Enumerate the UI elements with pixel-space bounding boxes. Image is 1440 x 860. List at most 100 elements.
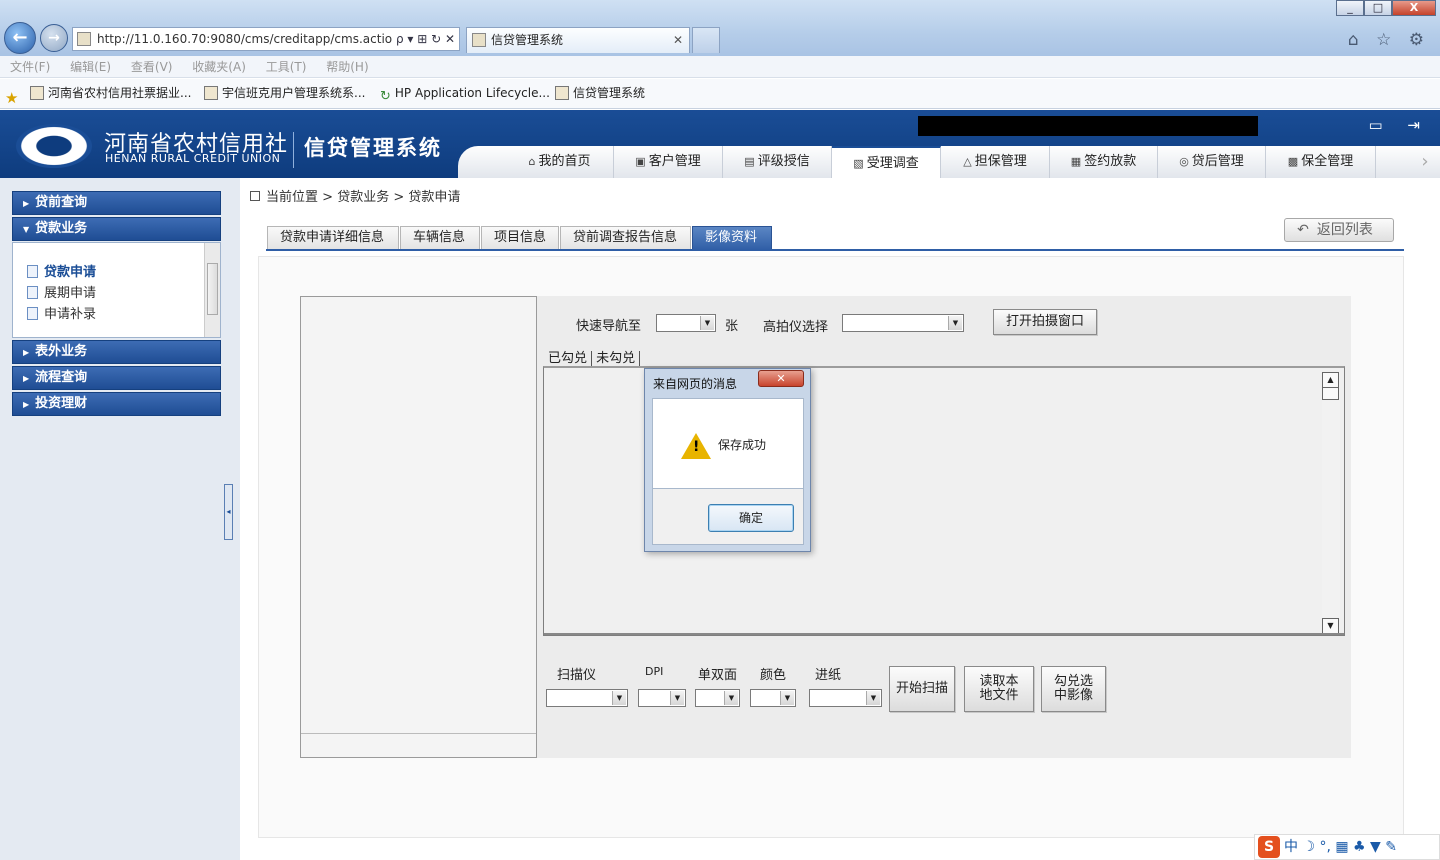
nav-rating[interactable]: ▤ 评级授信 <box>723 146 832 178</box>
sidebar-group-loan-business[interactable]: ▼ 贷款业务 <box>12 217 221 241</box>
scroll-thumb[interactable] <box>1322 388 1339 400</box>
dropdown-arrow-icon: ▼ <box>670 691 684 705</box>
sidebar-item-extension[interactable]: 展期申请 <box>27 282 96 301</box>
scanner-select[interactable]: ▼ <box>546 689 628 707</box>
favorite-link[interactable]: 信贷管理系统 <box>555 79 645 107</box>
org-name-en: HENAN RURAL CREDIT UNION <box>105 152 281 165</box>
tab-image-data[interactable]: 影像资料 <box>692 226 772 250</box>
ok-button[interactable]: 确定 <box>708 504 794 532</box>
dpi-select[interactable]: ▼ <box>638 689 686 707</box>
sogou-ime-icon[interactable]: S <box>1258 836 1280 858</box>
sidebar-item-loan-application[interactable]: 贷款申请 <box>27 261 96 280</box>
breadcrumb-level2: 贷款申请 <box>408 190 461 205</box>
browser-titlebar: _ □ X ← → http://11.0.160.70:9080/cms/cr… <box>0 0 1440 56</box>
header-monitor-logout-icons[interactable]: ▭ ⇥ <box>1368 116 1430 134</box>
dialog-close-button[interactable]: ✕ <box>758 370 804 387</box>
duplex-select[interactable]: ▼ <box>695 689 740 707</box>
tab-unchecked[interactable]: 未勾兑 <box>596 351 641 366</box>
scroll-thumb[interactable] <box>207 263 218 315</box>
document-icon <box>27 265 38 278</box>
page-favicon-icon <box>77 32 91 46</box>
color-select[interactable]: ▼ <box>750 689 796 707</box>
preservation-icon: ▩ <box>1287 155 1299 168</box>
feed-select[interactable]: ▼ <box>809 689 882 707</box>
viewer-scrollbar[interactable]: ▲ ▼ <box>1322 372 1340 634</box>
scroll-up-arrow-icon[interactable]: ▲ <box>1322 372 1339 388</box>
favorite-link[interactable]: ↻ HP Application Lifecycle... <box>380 79 550 107</box>
sidebar-group-offbalance[interactable]: ▶ 表外业务 <box>12 340 221 364</box>
nav-acceptance[interactable]: ▧ 受理调查 <box>832 146 941 178</box>
close-tab-icon[interactable]: ✕ <box>673 28 683 52</box>
menu-view[interactable]: 查看(V) <box>131 60 173 74</box>
camera-select-label: 高拍仪选择 <box>763 320 829 335</box>
back-to-list-button[interactable]: ↶ 返回列表 <box>1284 218 1394 242</box>
sidebar: ▶ 贷前查询 ▼ 贷款业务 贷款申请 展期申请 申请补录 ▶ 表外业务 ▶ 流程查询 ▶… <box>0 178 240 860</box>
menu-file[interactable]: 文件(F) <box>10 60 50 74</box>
thumbnail-panel[interactable] <box>300 296 537 758</box>
favorites-star-icon[interactable]: ★ <box>5 84 18 112</box>
address-tools-icons[interactable]: ρ ▾ ⊞ ↻ ✕ <box>396 28 455 50</box>
favorites-bar: ★ 河南省农村信用社票据业... 宇信班克用户管理系统系... ↻ HP Appl… <box>0 79 1440 109</box>
tab-vehicle[interactable]: 车辆信息 <box>400 226 480 250</box>
ime-toolbar[interactable]: S中 ☽ °, ▦ ♣ ▼ ✎ <box>1254 834 1440 860</box>
close-window-button[interactable]: X <box>1392 0 1436 16</box>
browser-tab-active[interactable]: 信贷管理系统 ✕ <box>466 27 690 53</box>
breadcrumb-level1[interactable]: 贷款业务 <box>337 190 389 205</box>
sidebar-scrollbar[interactable] <box>204 243 220 337</box>
scroll-down-arrow-icon[interactable]: ▼ <box>1322 618 1339 634</box>
back-arrow-icon[interactable]: ← <box>4 22 36 54</box>
dropdown-arrow-icon: ▼ <box>780 691 794 705</box>
address-bar[interactable]: http://11.0.160.70:9080/cms/creditapp/cm… <box>72 27 460 51</box>
nav-home[interactable]: ⌂ 我的首页 <box>506 146 614 178</box>
minimize-button[interactable]: _ <box>1336 0 1364 16</box>
check-selected-images-button[interactable]: 勾兑选中影像 <box>1041 666 1106 712</box>
browser-home-fav-settings-icons[interactable]: ⌂ ☆ ⚙ <box>1348 30 1430 50</box>
expand-triangle-icon: ▶ <box>23 199 30 208</box>
favorite-link[interactable]: 河南省农村信用社票据业... <box>30 79 191 107</box>
nav-guarantee[interactable]: △ 担保管理 <box>941 146 1050 178</box>
nav-customer[interactable]: ▣ 客户管理 <box>614 146 723 178</box>
tab-loan-detail[interactable]: 贷款申请详细信息 <box>267 226 399 250</box>
menu-favorites[interactable]: 收藏夹(A) <box>192 60 246 74</box>
collapse-triangle-icon: ▼ <box>23 225 30 234</box>
nav-more-chevron-icon[interactable]: › <box>1410 146 1440 178</box>
maximize-button[interactable]: □ <box>1364 0 1392 16</box>
favorite-page-icon <box>30 86 44 100</box>
sidebar-group-preloan-query[interactable]: ▶ 贷前查询 <box>12 191 221 215</box>
new-tab-button[interactable] <box>692 27 720 53</box>
forward-arrow-icon[interactable]: → <box>40 24 68 52</box>
menu-edit[interactable]: 编辑(E) <box>70 60 111 74</box>
sidebar-group-process-query[interactable]: ▶ 流程查询 <box>12 366 221 390</box>
tab-project[interactable]: 项目信息 <box>481 226 559 250</box>
sidebar-group-investment[interactable]: ▶ 投资理财 <box>12 392 221 416</box>
address-url: http://11.0.160.70:9080/cms/creditapp/cm… <box>97 32 393 46</box>
ime-status-icons[interactable]: 中 ☽ °, ▦ ♣ ▼ ✎ <box>1284 839 1397 855</box>
system-name: 信贷管理系统 <box>304 136 442 160</box>
menu-help[interactable]: 帮助(H) <box>326 60 368 74</box>
open-camera-button[interactable]: 打开拍摄窗口 <box>993 309 1097 335</box>
nav-postloan[interactable]: ◎ 贷后管理 <box>1158 146 1266 178</box>
camera-select[interactable]: ▼ <box>842 314 964 332</box>
tab-favicon-icon <box>472 33 486 47</box>
sidebar-item-supplement[interactable]: 申请补录 <box>27 303 96 322</box>
contract-icon: ▦ <box>1070 155 1082 168</box>
nav-contract[interactable]: ▦ 签约放款 <box>1050 146 1158 178</box>
expand-triangle-icon: ▶ <box>23 348 30 357</box>
nav-preservation[interactable]: ▩ 保全管理 <box>1266 146 1376 178</box>
breadcrumb: 当前位置 > 贷款业务 > 贷款申请 <box>250 186 460 205</box>
read-local-file-button[interactable]: 读取本地文件 <box>964 666 1034 712</box>
tab-checked[interactable]: 已勾兑 <box>548 351 593 366</box>
menu-tools[interactable]: 工具(T) <box>266 60 307 74</box>
favorite-link[interactable]: 宇信班克用户管理系统系... <box>204 79 365 107</box>
quick-nav-select[interactable]: ▼ <box>656 314 716 332</box>
start-scan-button[interactable]: 开始扫描 <box>889 666 955 712</box>
document-icon <box>27 286 38 299</box>
expand-triangle-icon: ▶ <box>23 374 30 383</box>
location-icon <box>250 191 260 201</box>
scanner-label: 扫描仪 <box>557 668 597 683</box>
home-icon: ⌂ <box>528 155 536 168</box>
sidebar-collapse-handle[interactable]: ◂ <box>224 484 233 540</box>
tab-preloan-report[interactable]: 贷前调查报告信息 <box>560 226 691 250</box>
dropdown-arrow-icon: ▼ <box>866 691 880 705</box>
postloan-icon: ◎ <box>1179 155 1189 168</box>
